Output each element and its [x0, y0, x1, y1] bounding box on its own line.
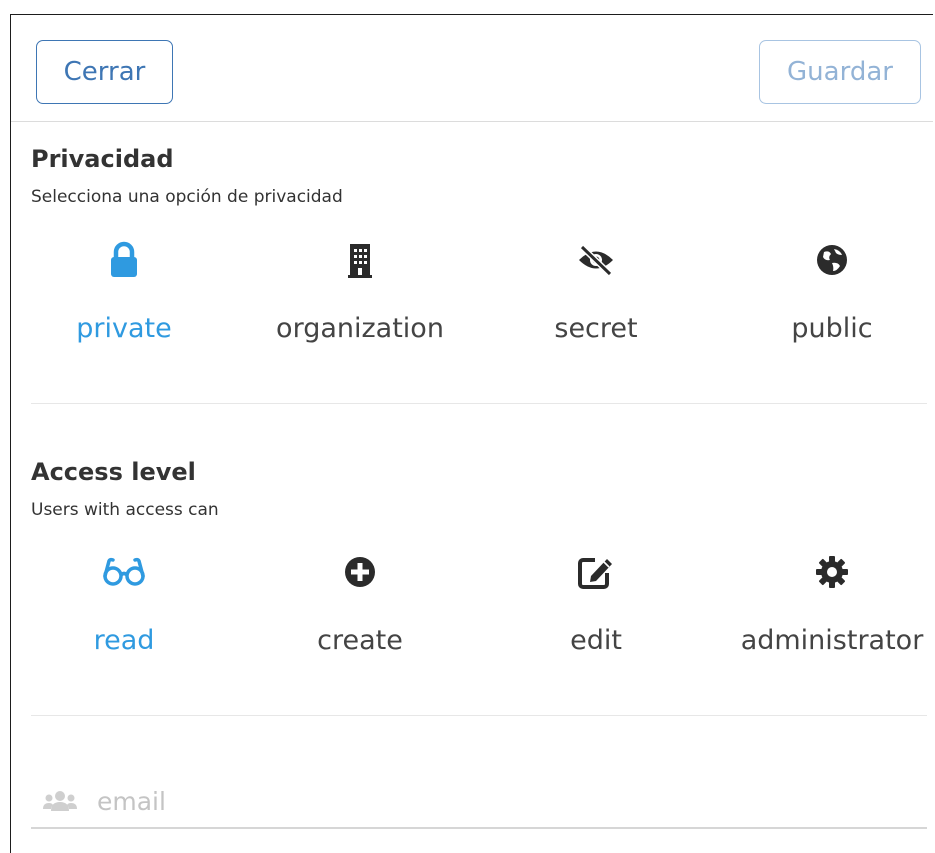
- building-icon: [242, 240, 478, 280]
- privacy-option-label: public: [791, 313, 873, 344]
- share-panel: Cerrar Guardar Privacidad Selecciona una…: [10, 14, 933, 853]
- privacy-title: Privacidad: [31, 145, 174, 173]
- eye-slash-icon: [478, 240, 714, 280]
- privacy-option-organization[interactable]: organization: [242, 240, 478, 344]
- section-divider: [31, 403, 927, 404]
- close-button[interactable]: Cerrar: [36, 40, 173, 104]
- access-option-label: edit: [570, 625, 622, 656]
- privacy-option-label: private: [76, 313, 172, 344]
- privacy-option-label: organization: [276, 313, 444, 344]
- privacy-option-public[interactable]: public: [714, 240, 935, 344]
- email-field-row: [31, 775, 927, 829]
- access-option-edit[interactable]: edit: [478, 552, 714, 656]
- glasses-icon: [6, 552, 242, 592]
- plus-circle-icon: [242, 552, 478, 592]
- access-option-create[interactable]: create: [242, 552, 478, 656]
- save-button[interactable]: Guardar: [759, 40, 921, 104]
- access-option-read[interactable]: read: [6, 552, 242, 656]
- privacy-option-label: secret: [554, 313, 638, 344]
- email-input[interactable]: [87, 786, 877, 816]
- edit-icon: [478, 552, 714, 592]
- privacy-option-secret[interactable]: secret: [478, 240, 714, 344]
- access-option-label: administrator: [740, 625, 924, 656]
- access-option-label: read: [93, 625, 155, 656]
- toolbar: Cerrar Guardar: [11, 15, 933, 122]
- gear-icon: [714, 552, 935, 592]
- section-divider: [31, 715, 927, 716]
- privacy-option-private[interactable]: private: [6, 240, 242, 344]
- access-subtitle: Users with access can: [31, 500, 219, 520]
- globe-icon: [714, 240, 935, 280]
- access-option-label: create: [317, 625, 403, 656]
- access-option-administrator[interactable]: administrator: [714, 552, 935, 656]
- privacy-subtitle: Selecciona una opción de privacidad: [31, 187, 343, 207]
- users-icon: [31, 786, 87, 816]
- lock-icon: [6, 240, 242, 280]
- access-title: Access level: [31, 458, 196, 486]
